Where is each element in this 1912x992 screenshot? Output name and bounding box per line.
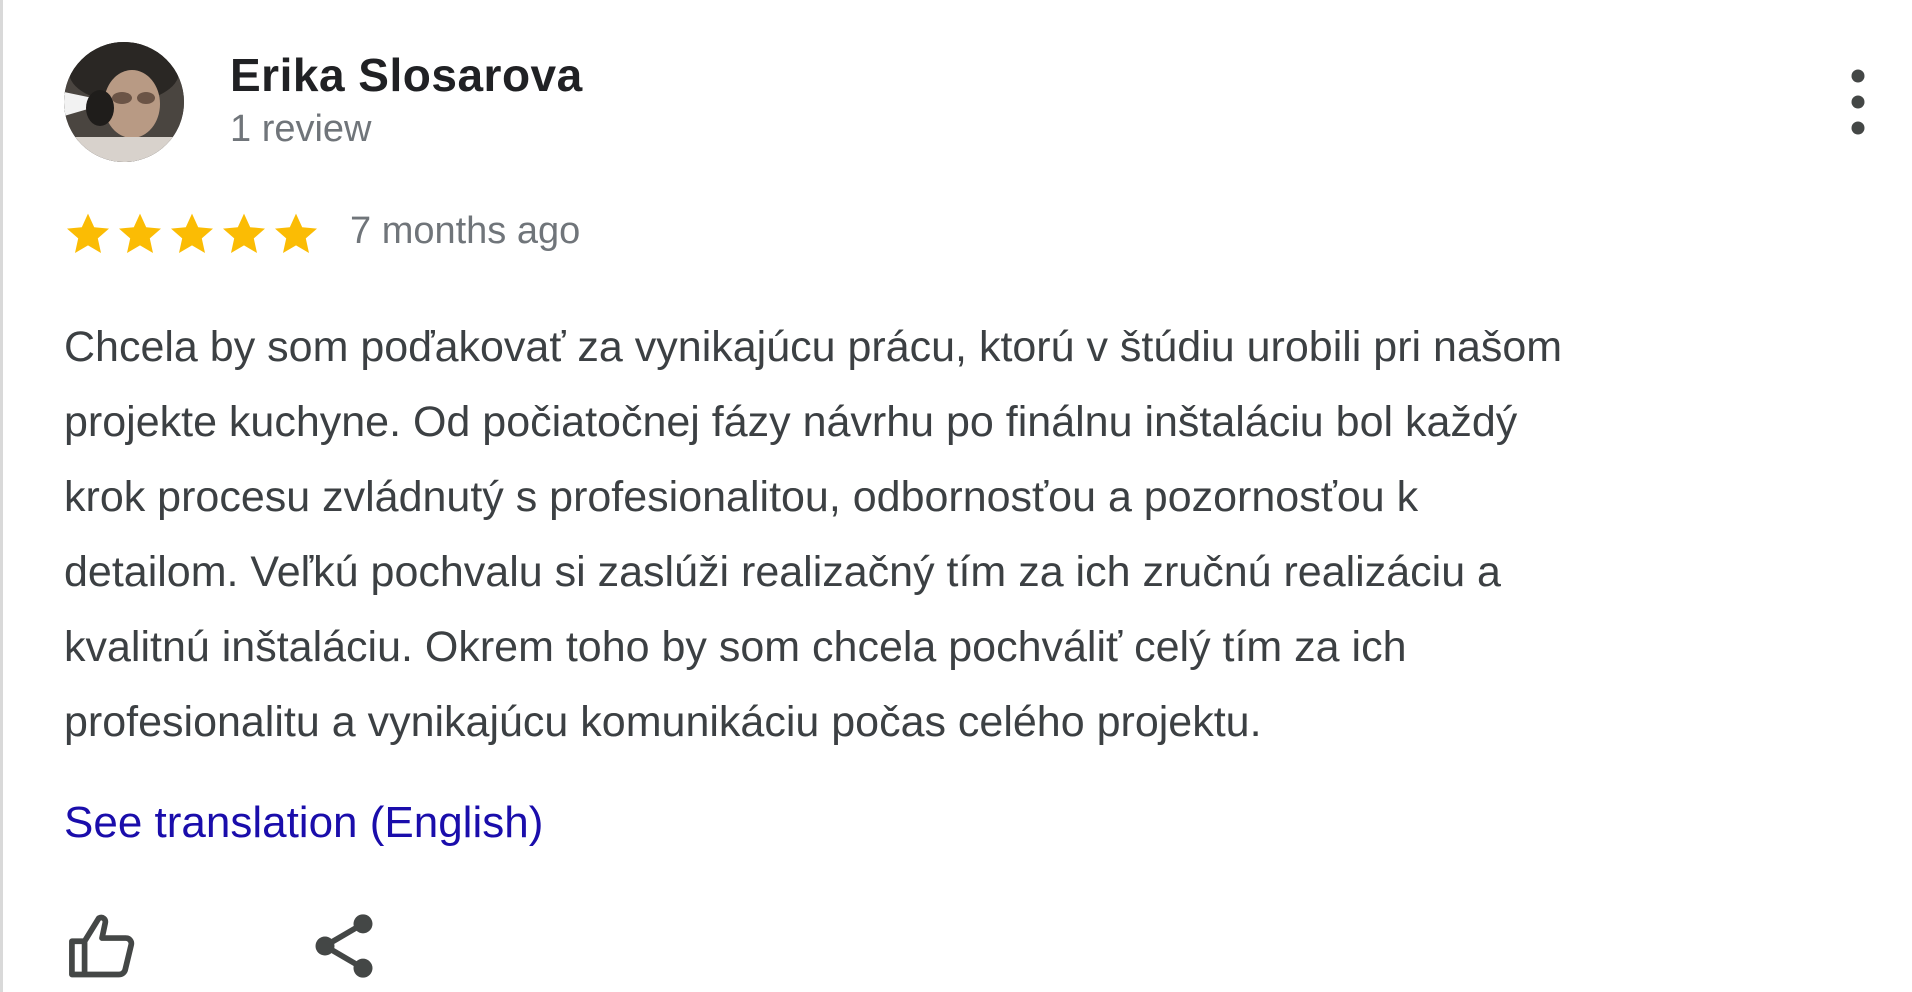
like-button[interactable] (64, 908, 140, 984)
star-icon (171, 213, 213, 253)
star-icon (67, 213, 109, 253)
reviewer-name[interactable]: Erika Slosarova (230, 48, 583, 102)
star-rating (64, 210, 320, 258)
star-icon (223, 213, 265, 253)
review-time: 7 months ago (350, 210, 581, 252)
review-text-line: projekte kuchyne. Od počiatočnej fázy ná… (64, 398, 1518, 446)
review-card: Erika Slosarova 1 review 7 months ago Ch… (0, 0, 1912, 992)
thumb-up-icon (69, 914, 135, 978)
review-text: Chcela by som poďakovať za vynikajúcu pr… (64, 310, 1904, 760)
reviewer-avatar[interactable] (64, 42, 184, 162)
review-count[interactable]: 1 review (230, 108, 372, 151)
review-text-line: kvalitnú inštaláciu. Okrem toho by som c… (64, 623, 1407, 671)
share-icon (315, 914, 373, 978)
more-options-button[interactable] (1838, 62, 1878, 142)
star-icon (119, 213, 161, 253)
see-translation-link[interactable]: See translation (English) (64, 798, 543, 848)
review-text-line: profesionalitu a vynikajúcu komunikáciu … (64, 698, 1262, 746)
star-icon (275, 213, 317, 253)
review-text-line: Chcela by som poďakovať za vynikajúcu pr… (64, 323, 1563, 371)
review-text-line: krok procesu zvládnutý s profesionalitou… (64, 473, 1419, 521)
share-button[interactable] (306, 908, 382, 984)
avatar-photo-icon (64, 42, 184, 162)
more-vert-icon (1851, 69, 1865, 135)
review-text-line: detailom. Veľkú pochvalu si zaslúži real… (64, 548, 1501, 596)
